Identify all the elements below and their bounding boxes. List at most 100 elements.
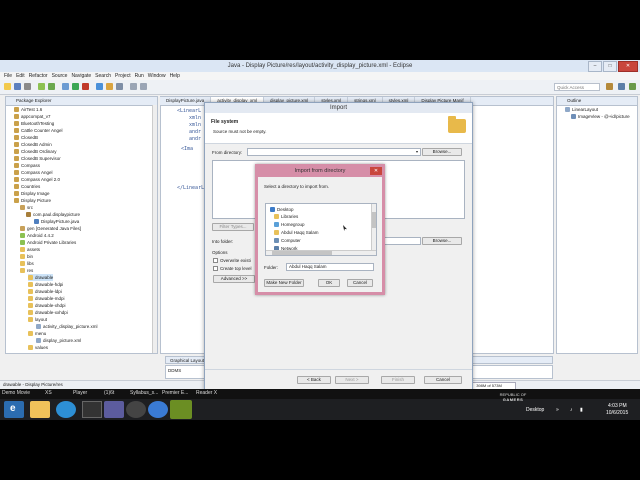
tree-item[interactable]: AirTest 1.6 (14, 106, 42, 113)
tree-item[interactable]: Cattle Counter Angel (14, 127, 63, 134)
open-type-icon[interactable] (106, 83, 113, 90)
tree-item[interactable]: drawable-hdpi (28, 281, 63, 288)
tree-item[interactable]: ClosedB Admin (14, 141, 52, 148)
tree-item[interactable]: bin (20, 253, 33, 260)
tree-item[interactable]: drawable-xhdpi (28, 302, 66, 309)
file-explorer-icon[interactable] (30, 401, 50, 418)
perspective-java-icon[interactable] (606, 83, 613, 90)
menu-refactor[interactable]: Refactor (29, 72, 48, 80)
minimize-button[interactable]: – (588, 61, 602, 72)
tree-item[interactable]: drawable-ldpi (28, 288, 62, 295)
task-reader[interactable]: Reader X (196, 389, 217, 398)
perspective-debug-icon[interactable] (629, 83, 636, 90)
debug-icon[interactable] (62, 83, 69, 90)
chevron-down-icon[interactable]: ▾ (416, 149, 418, 155)
task-player[interactable]: Player (73, 389, 87, 398)
next-button[interactable]: Next > (335, 376, 369, 384)
quick-access-input[interactable]: Quick Access (554, 83, 600, 91)
menu-help[interactable]: Help (170, 72, 180, 80)
tree-item[interactable]: Android Private Libraries (20, 239, 76, 246)
run-icon[interactable] (72, 83, 79, 90)
new-class-icon[interactable] (96, 83, 103, 90)
tree-item[interactable]: Display Image (14, 190, 50, 197)
tree-item[interactable]: Compass Angel (14, 169, 53, 176)
print-icon[interactable] (24, 83, 31, 90)
task-xs[interactable]: XS (45, 389, 52, 398)
tree-item-selected[interactable]: drawable (28, 274, 54, 281)
clock-date[interactable]: 10/6/2015 (606, 410, 628, 416)
directory-tree-hscrollbar[interactable] (266, 250, 376, 255)
tree-item[interactable]: values (28, 344, 48, 351)
maximize-button[interactable]: □ (603, 61, 617, 72)
tree-item[interactable]: com.paul.displaypicture (26, 211, 80, 218)
tree-item[interactable]: ClosedB Supervisor (14, 155, 61, 162)
close-icon[interactable]: ✕ (370, 167, 382, 175)
eclipse-icon[interactable] (104, 401, 124, 418)
tree-item[interactable]: activity_display_picture.xml (36, 323, 98, 330)
advanced-button[interactable]: Advanced >> (213, 275, 255, 283)
tree-item-homegroup[interactable]: Homegroup (274, 221, 305, 228)
browse-button[interactable]: Browse... (422, 148, 462, 156)
browse-button[interactable]: Browse... (422, 237, 462, 245)
into-folder-input[interactable] (384, 237, 421, 245)
tree-item[interactable]: Android 4.4.2 (20, 232, 54, 239)
outline-item[interactable]: LinearLayout (565, 106, 598, 113)
back-icon[interactable] (130, 83, 137, 90)
tree-item[interactable]: libs (20, 260, 34, 267)
tree-item-desktop[interactable]: Desktop (270, 206, 294, 213)
tree-item[interactable]: menu (28, 330, 46, 337)
menu-window[interactable]: Window (148, 72, 166, 80)
android-sdk-icon[interactable] (38, 83, 45, 90)
outline-tab[interactable]: Outline (557, 97, 637, 106)
tree-item[interactable]: gen [Generated Java Files] (20, 225, 81, 232)
package-explorer-tab[interactable]: Package Explorer (6, 97, 157, 106)
ok-button[interactable]: OK (318, 279, 340, 287)
finish-button[interactable]: Finish (381, 376, 415, 384)
tree-item[interactable]: Display Picture (14, 197, 51, 204)
tree-item-user[interactable]: Abdul Haqq Salam (274, 229, 319, 236)
new-icon[interactable] (4, 83, 11, 90)
menu-source[interactable]: Source (52, 72, 68, 80)
tree-item[interactable]: ClosedB (14, 134, 38, 141)
folder-input[interactable]: Abdul Haqq Salam (286, 263, 374, 271)
tree-item[interactable]: ClosedB Ordinary (14, 148, 57, 155)
clock-time[interactable]: 4:03 PM (608, 403, 627, 409)
tree-item[interactable]: Countries (14, 183, 40, 190)
tree-item[interactable]: drawable-mdpi (28, 295, 65, 302)
menu-project[interactable]: Project (115, 72, 131, 80)
menu-navigate[interactable]: Navigate (71, 72, 91, 80)
forward-icon[interactable] (140, 83, 147, 90)
close-button[interactable]: ✕ (618, 61, 638, 72)
cancel-button[interactable]: Cancel (347, 279, 373, 287)
package-explorer-scrollbar[interactable] (152, 105, 157, 353)
ie-icon[interactable]: e (4, 401, 24, 418)
tree-item[interactable]: res (20, 267, 33, 274)
tree-item[interactable]: src (20, 204, 33, 211)
search-icon[interactable] (116, 83, 123, 90)
task-syllabus[interactable]: Syllabus_s... (130, 389, 158, 398)
directory-tree-vscrollbar[interactable] (371, 204, 376, 255)
outline-item[interactable]: ImageView - @+id/picture (571, 113, 630, 120)
tree-item[interactable]: drawable-xxhdpi (28, 309, 68, 316)
menu-run[interactable]: Run (135, 72, 144, 80)
menu-edit[interactable]: Edit (16, 72, 25, 80)
tree-item[interactable]: DisplayPicture.java (34, 218, 79, 225)
save-icon[interactable] (14, 83, 21, 90)
network-tray-icon[interactable]: ▮ (580, 407, 583, 413)
terminal-icon[interactable] (82, 401, 102, 418)
tree-item[interactable]: layout (28, 316, 47, 323)
avd-icon[interactable] (48, 83, 55, 90)
settings-icon[interactable] (148, 401, 168, 418)
browser-icon[interactable] (56, 401, 76, 418)
tree-item[interactable]: assets (20, 246, 40, 253)
from-directory-input[interactable]: ▾ (247, 148, 421, 156)
menu-file[interactable]: File (4, 72, 12, 80)
tree-item[interactable]: BluetoothTesting (14, 120, 54, 127)
filter-types-button[interactable]: Filter Types... (212, 223, 254, 231)
speaker-icon[interactable]: ♪ (570, 407, 573, 413)
directory-tree[interactable]: Desktop Libraries Homegroup Abdul Haqq S… (265, 203, 377, 256)
back-button[interactable]: < Back (297, 376, 331, 384)
cancel-button[interactable]: Cancel (424, 376, 462, 384)
make-new-folder-button[interactable]: Make New Folder (264, 279, 304, 287)
tree-item[interactable]: appcompat_v7 (14, 113, 51, 120)
